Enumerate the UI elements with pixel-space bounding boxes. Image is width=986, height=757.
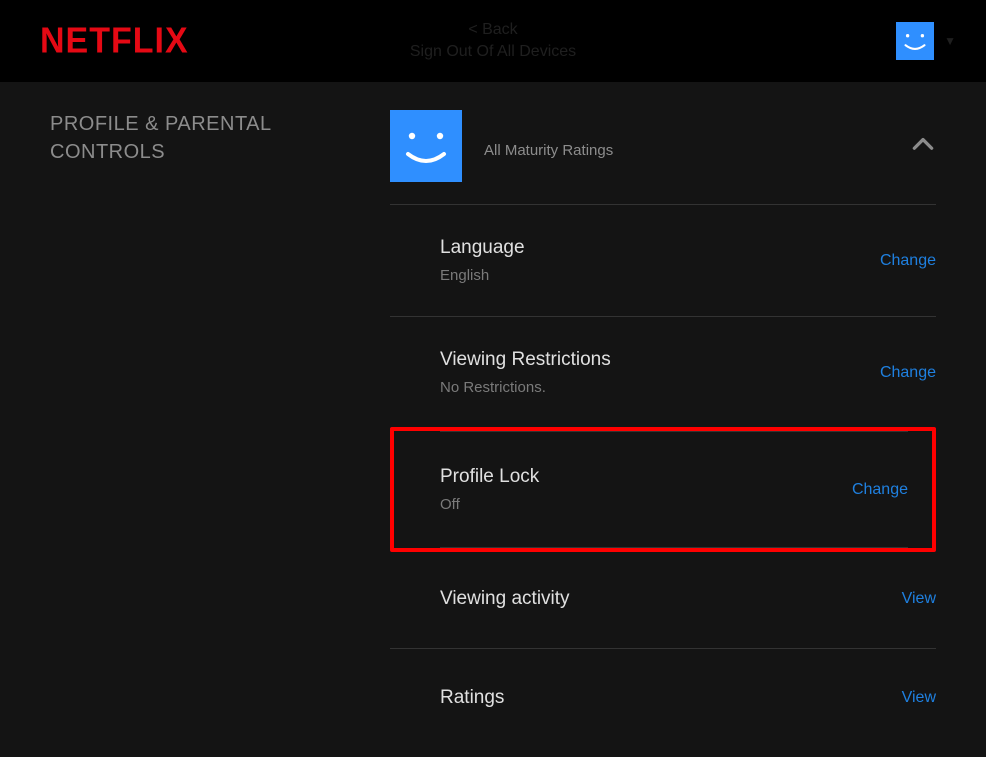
- setting-title-viewing-activity: Viewing activity: [440, 588, 570, 610]
- settings-list: Language English Change Viewing Restrict…: [390, 205, 936, 747]
- setting-row-restrictions: Viewing Restrictions No Restrictions. Ch…: [390, 317, 936, 429]
- content: PROFILE & PARENTAL CONTROLS All Maturity…: [0, 82, 986, 747]
- setting-text: Ratings: [440, 681, 504, 715]
- setting-text: Viewing Restrictions No Restrictions.: [440, 349, 611, 396]
- setting-value-language: English: [440, 267, 525, 284]
- right-column: All Maturity Ratings Language English Ch…: [390, 110, 936, 747]
- section-title-line2: CONTROLS: [50, 141, 165, 163]
- left-column: PROFILE & PARENTAL CONTROLS: [50, 110, 390, 747]
- view-link-activity[interactable]: View: [902, 590, 936, 608]
- topbar-avatar[interactable]: [896, 22, 934, 60]
- change-link-profile-lock[interactable]: Change: [852, 481, 908, 499]
- setting-text: Profile Lock Off: [440, 466, 539, 513]
- section-title: PROFILE & PARENTAL CONTROLS: [50, 110, 390, 166]
- topbar-right: ▼: [896, 22, 956, 60]
- setting-row-ratings: Ratings View: [390, 649, 936, 747]
- chevron-up-icon[interactable]: [910, 132, 936, 163]
- setting-title-restrictions: Viewing Restrictions: [440, 349, 611, 371]
- profile-meta: All Maturity Ratings: [484, 134, 613, 159]
- maturity-label: All Maturity Ratings: [484, 142, 613, 159]
- profile-header: All Maturity Ratings: [390, 110, 936, 205]
- caret-down-icon[interactable]: ▼: [944, 34, 956, 48]
- setting-row-viewing-activity: Viewing activity View: [390, 550, 936, 649]
- setting-title-ratings: Ratings: [440, 687, 504, 709]
- change-link-language[interactable]: Change: [880, 252, 936, 270]
- setting-title-profile-lock: Profile Lock: [440, 466, 539, 488]
- setting-row-language: Language English Change: [390, 205, 936, 317]
- netflix-logo[interactable]: NETFLIX: [40, 21, 189, 62]
- setting-value-restrictions: No Restrictions.: [440, 379, 611, 396]
- view-link-ratings[interactable]: View: [902, 689, 936, 707]
- profile-avatar[interactable]: [390, 110, 462, 182]
- divider: [440, 547, 908, 548]
- section-title-line1: PROFILE & PARENTAL: [50, 113, 272, 135]
- faded-signout: Sign Out Of All Devices: [410, 41, 576, 63]
- setting-value-profile-lock: Off: [440, 496, 539, 513]
- setting-text: Language English: [440, 237, 525, 284]
- faded-back: < Back: [410, 19, 576, 41]
- setting-text: Viewing activity: [440, 582, 570, 616]
- topbar-faded-text: < Back Sign Out Of All Devices: [410, 19, 576, 63]
- change-link-restrictions[interactable]: Change: [880, 364, 936, 382]
- setting-row-profile-lock: Profile Lock Off Change: [394, 432, 932, 547]
- highlighted-profile-lock: Profile Lock Off Change: [390, 427, 936, 552]
- setting-title-language: Language: [440, 237, 525, 259]
- topbar: NETFLIX < Back Sign Out Of All Devices ▼: [0, 0, 986, 82]
